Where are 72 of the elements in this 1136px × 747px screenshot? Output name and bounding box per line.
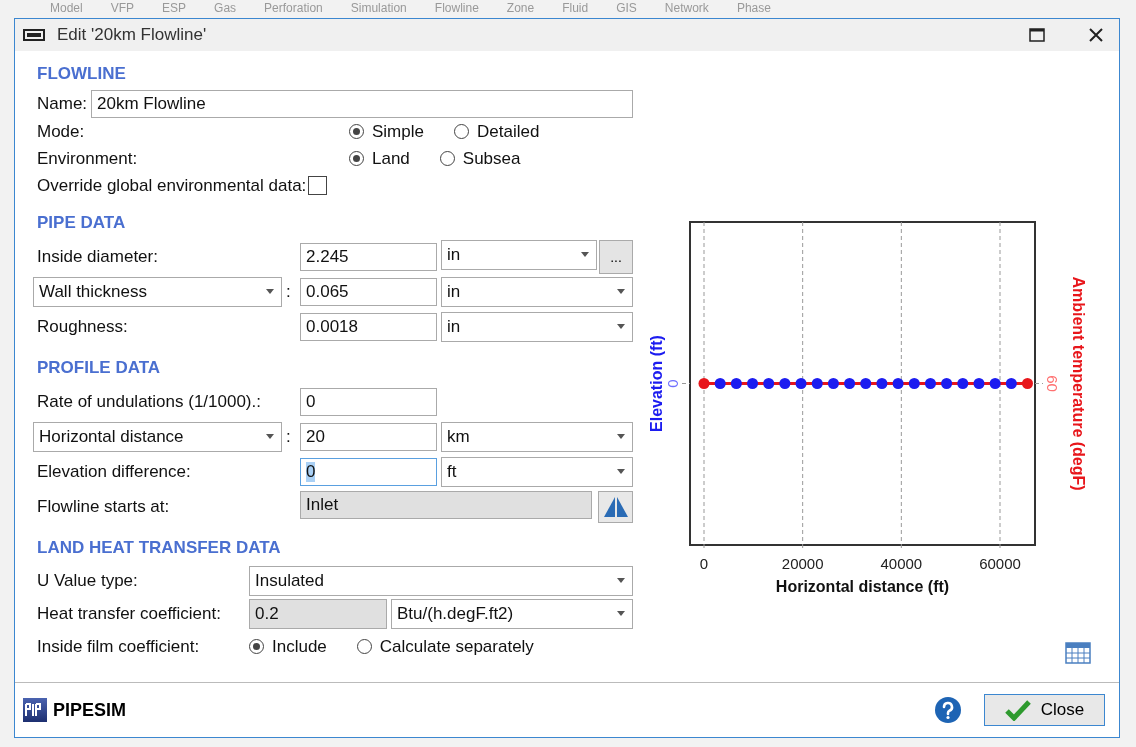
- value-field[interactable]: 0: [300, 387, 437, 416]
- x-tick-label: 0: [699, 555, 709, 572]
- mirror-triangles-icon: [602, 495, 629, 518]
- unit-dropdown[interactable]: in: [441, 311, 633, 342]
- caret-icon: [617, 611, 625, 616]
- help-icon[interactable]: [934, 696, 962, 724]
- close-button[interactable]: Close: [984, 694, 1105, 726]
- window-title: Edit '20km Flowline': [57, 25, 207, 45]
- section-heading: LAND HEAT TRANSFER DATA: [37, 538, 282, 558]
- caret-icon: [617, 578, 625, 583]
- checkbox[interactable]: [308, 176, 328, 195]
- window-icon: [23, 29, 45, 41]
- more-button[interactable]: ...: [599, 239, 633, 274]
- colon-separator: :: [285, 426, 291, 447]
- radio-option[interactable]: Subsea: [439, 148, 521, 169]
- field-label: U Value type:: [37, 570, 139, 591]
- caret-icon: [617, 324, 625, 329]
- x-tick-label: 60000: [979, 555, 1021, 572]
- u-value-dropdown[interactable]: Insulated: [249, 565, 633, 596]
- radio-option[interactable]: Calculate separately: [356, 636, 534, 657]
- caret-icon: [581, 252, 589, 257]
- unit-dropdown[interactable]: ft: [441, 456, 633, 487]
- value-field[interactable]: 2.245: [300, 242, 437, 271]
- y-tick-label: 0: [664, 379, 681, 388]
- value-field[interactable]: 0: [300, 457, 437, 486]
- reverse-direction-button[interactable]: [598, 490, 633, 523]
- field-label: Elevation difference:: [37, 461, 192, 482]
- y2-tick-label: 60: [1044, 375, 1061, 392]
- field-label: Rate of undulations (1/1000).:: [37, 391, 262, 412]
- radio-option[interactable]: Detailed: [453, 121, 540, 142]
- radio-option[interactable]: Simple: [349, 121, 424, 142]
- section-heading: FLOWLINE: [37, 64, 127, 84]
- caret-icon: [617, 434, 625, 439]
- unit-dropdown[interactable]: in: [441, 276, 633, 307]
- field-label: Flowline starts at:: [37, 496, 171, 517]
- field-label: Inside diameter:: [37, 246, 159, 267]
- y2-axis-title: Ambient temperature (degF): [1070, 276, 1087, 491]
- value-field[interactable]: 0.0018: [300, 312, 437, 341]
- radio-option[interactable]: Land: [349, 148, 410, 169]
- caret-icon: [617, 469, 625, 474]
- checkmark-icon: [1004, 699, 1031, 721]
- unit-dropdown[interactable]: km: [441, 421, 633, 452]
- value-field[interactable]: 0.065: [300, 277, 437, 306]
- field-label: Inside film coefficient:: [37, 636, 201, 657]
- section-heading: PIPE DATA: [37, 213, 127, 233]
- x-axis-title: Horizontal distance (ft): [775, 578, 950, 595]
- radio-option[interactable]: Include: [249, 636, 327, 657]
- x-tick-label: 40000: [880, 555, 923, 572]
- value-field[interactable]: 20: [300, 422, 437, 451]
- field-label: Mode:: [37, 121, 86, 142]
- field-label: Name:: [37, 94, 88, 114]
- readonly-field: Inlet: [300, 490, 592, 519]
- unit-dropdown[interactable]: Btu/(h.degF.ft2): [391, 598, 633, 629]
- field-label: Environment:: [37, 148, 139, 169]
- quantity-dropdown[interactable]: Horizontal distance: [33, 421, 282, 452]
- caret-icon: [266, 434, 274, 439]
- y-axis-title: Elevation (ft): [648, 335, 665, 432]
- caret-icon: [266, 289, 274, 294]
- caret-icon: [617, 289, 625, 294]
- table-icon[interactable]: [1065, 642, 1091, 664]
- readonly-field: 0.2: [249, 598, 387, 629]
- field-label: Heat transfer coefficient:: [37, 603, 222, 624]
- colon-separator: :: [285, 281, 291, 302]
- unit-dropdown[interactable]: in: [441, 239, 597, 270]
- brand-name: PIPESIM: [53, 699, 127, 721]
- field-label: Roughness:: [37, 316, 129, 337]
- quantity-dropdown[interactable]: Wall thickness: [33, 276, 282, 307]
- name-field[interactable]: 20km Flowline: [91, 90, 633, 118]
- pip-logo-icon: [23, 698, 47, 722]
- x-tick-label: 20000: [781, 555, 824, 572]
- section-heading: PROFILE DATA: [37, 358, 162, 378]
- field-label: Override global environmental data:: [37, 175, 307, 196]
